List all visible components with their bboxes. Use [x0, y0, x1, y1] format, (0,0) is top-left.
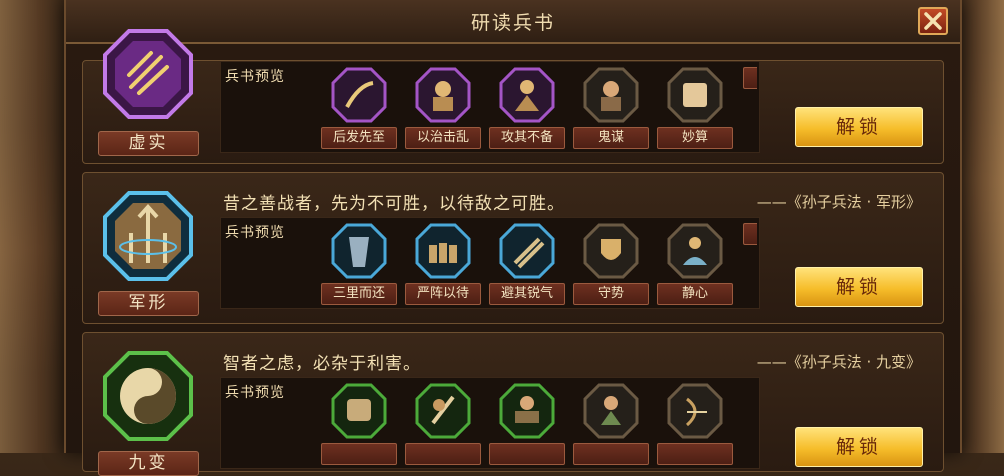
- preview-label: 兵书预览: [225, 225, 285, 241]
- scroll-skill-icon: [667, 67, 723, 123]
- book-row-xushi: 虚实 兵书预览 后发先至 以治击乱 攻其不备 鬼谋 妙算 解锁: [82, 29, 944, 164]
- preview-label: 兵书预览: [225, 69, 285, 85]
- rider-skill-icon: [499, 383, 555, 439]
- skill-name: 守势: [573, 283, 649, 305]
- book-name-label[interactable]: 九变: [98, 451, 199, 476]
- skill-name: [405, 443, 481, 465]
- skill-name: 以治击乱: [405, 127, 481, 149]
- book-quote: 智者之虑，必杂于利害。: [223, 354, 421, 374]
- general-skill-icon: [415, 67, 471, 123]
- skill-name: [657, 443, 733, 465]
- unlock-button[interactable]: 解锁: [795, 267, 923, 307]
- skill-name: 避其锐气: [489, 283, 565, 305]
- book-name-label[interactable]: 虚实: [98, 131, 199, 156]
- close-button[interactable]: [918, 7, 948, 35]
- blue-spear-emblem-icon: [103, 191, 193, 281]
- purple-claw-emblem-icon: [103, 29, 193, 119]
- book-source: ——《孙子兵法 · 九变》: [756, 353, 921, 371]
- book-quote: 昔之善战者，先为不可胜，以待敌之可胜。: [223, 194, 565, 214]
- skill-name: 鬼谋: [573, 127, 649, 149]
- armor-skill-icon: [331, 383, 387, 439]
- green-yinyang-emblem-icon: [103, 351, 193, 441]
- skill-slot-partial: [743, 223, 757, 245]
- skill-name: [489, 443, 565, 465]
- book-source: ——《孙子兵法 · 军形》: [756, 193, 921, 211]
- retreat-skill-icon: [331, 223, 387, 279]
- strategist-skill-icon: [583, 67, 639, 123]
- title-bar: 研读兵书: [66, 0, 960, 44]
- unlock-button[interactable]: 解锁: [795, 427, 923, 467]
- book-row-junxing: 军形 昔之善战者，先为不可胜，以待敌之可胜。 ——《孙子兵法 · 军形》 兵书预…: [82, 172, 944, 324]
- book-row-jiubian: 九变 智者之虑，必杂于利害。 ——《孙子兵法 · 九变》 兵书预览 解锁: [82, 332, 944, 476]
- evade-skill-icon: [499, 223, 555, 279]
- blade-skill-icon: [415, 383, 471, 439]
- window-title: 研读兵书: [470, 12, 555, 34]
- warrior-skill-icon: [499, 67, 555, 123]
- book-name-label[interactable]: 军形: [98, 291, 199, 316]
- close-icon: [924, 12, 942, 30]
- skill-name: 严阵以待: [405, 283, 481, 305]
- background-left: [0, 0, 64, 453]
- shield-skill-icon: [583, 223, 639, 279]
- unlock-button[interactable]: 解锁: [795, 107, 923, 147]
- skill-name: 攻其不备: [489, 127, 565, 149]
- skill-name: 后发先至: [321, 127, 397, 149]
- soldier-skill-icon: [583, 383, 639, 439]
- skill-name: [321, 443, 397, 465]
- skill-name: 妙算: [657, 127, 733, 149]
- background-right: [958, 0, 1004, 453]
- skill-slot-partial: [743, 67, 757, 89]
- archer-skill-icon: [667, 383, 723, 439]
- preview-label: 兵书预览: [225, 385, 285, 401]
- rising-arrow-skill-icon: [331, 67, 387, 123]
- meditation-skill-icon: [667, 223, 723, 279]
- formation-skill-icon: [415, 223, 471, 279]
- study-books-panel: 研读兵书 虚实 兵书预览 后发先至 以治击乱 攻其不备 鬼谋 妙算 解锁 军形 …: [64, 0, 962, 476]
- skill-name: [573, 443, 649, 465]
- skill-name: 三里而还: [321, 283, 397, 305]
- skill-name: 静心: [657, 283, 733, 305]
